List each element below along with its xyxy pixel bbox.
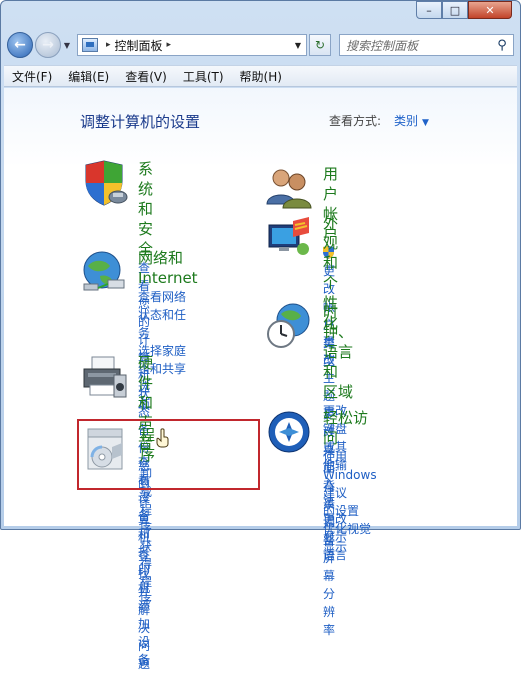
control-panel-window: – □ ✕ ← → ▼ ▸ 控制面板 ▸ ▼ ↻ 搜索控制面板 ⚲ 文件(F) … xyxy=(0,0,521,671)
page-title: 调整计算机的设置 xyxy=(80,113,201,131)
link-view-network-status[interactable]: 查看网络状态和任务 xyxy=(138,288,198,342)
forward-button[interactable]: → xyxy=(35,32,61,58)
maximize-button[interactable]: □ xyxy=(442,1,468,19)
heading-line-region: 区域 xyxy=(323,383,354,401)
breadcrumb-control-panel[interactable]: 控制面板 xyxy=(115,37,163,54)
category-heading-ease-of-access[interactable]: 轻松访问 xyxy=(323,408,377,448)
menu-file[interactable]: 文件(F) xyxy=(12,68,52,85)
recent-pages-dropdown[interactable]: ▼ xyxy=(61,41,73,50)
menu-bar: 文件(F) 编辑(E) 查看(V) 工具(T) 帮助(H) xyxy=(4,65,517,87)
chevron-right-icon[interactable]: ▸ xyxy=(167,40,172,50)
minimize-button[interactable]: – xyxy=(416,1,442,19)
content-area: 调整计算机的设置 查看方式: 类别 ▼ 系统和安全 查看您的计算机状态 备份您的计… xyxy=(4,88,517,671)
chevron-down-icon: ▼ xyxy=(422,118,429,128)
arrow-right-icon: → xyxy=(42,37,54,53)
network-globe-icon xyxy=(83,251,125,291)
address-dropdown-icon[interactable]: ▼ xyxy=(290,41,306,50)
appearance-monitor-icon xyxy=(268,217,309,255)
heading-line-internet: Internet xyxy=(138,269,198,287)
ease-of-access-icon xyxy=(268,411,310,453)
clock-globe-icon xyxy=(267,303,310,348)
link-optimize-visual-display[interactable]: 优化视觉显示 xyxy=(323,520,377,556)
refresh-icon: ↻ xyxy=(314,38,326,52)
category-heading-system-security[interactable]: 系统和安全 xyxy=(138,159,153,259)
control-panel-icon xyxy=(82,38,98,52)
view-by-dropdown[interactable]: 类别 ▼ xyxy=(394,112,429,129)
security-shield-icon xyxy=(85,160,128,206)
caption-buttons: – □ ✕ xyxy=(416,1,512,19)
menu-tools[interactable]: 工具(T) xyxy=(183,68,224,85)
link-use-windows-suggested[interactable]: 使用 Windows 建议 xyxy=(323,448,377,502)
arrow-left-icon: ← xyxy=(14,37,26,53)
refresh-button[interactable]: ↻ xyxy=(309,34,331,56)
hand-cursor-icon xyxy=(156,428,169,448)
menu-edit[interactable]: 编辑(E) xyxy=(68,68,109,85)
view-by-value: 类别 xyxy=(394,114,419,128)
chevron-right-icon[interactable]: ▸ xyxy=(106,40,111,50)
printer-icon xyxy=(83,356,127,398)
link-use-windows-suggested-cont[interactable]: 的设置 xyxy=(323,502,377,520)
menu-help[interactable]: 帮助(H) xyxy=(240,68,282,85)
category-heading-network-internet[interactable]: 网络和 Internet xyxy=(138,248,198,288)
address-bar[interactable]: ▸ 控制面板 ▸ ▼ xyxy=(77,34,307,56)
users-icon xyxy=(266,169,312,209)
heading-line-clock-language: 时钟、语言和 xyxy=(323,303,354,381)
navigation-bar: ← → ▼ ▸ 控制面板 ▸ ▼ ↻ 搜索控制面板 ⚲ xyxy=(7,30,514,60)
search-input[interactable]: 搜索控制面板 ⚲ xyxy=(339,34,514,56)
menu-view[interactable]: 查看(V) xyxy=(125,68,167,85)
view-by-label: 查看方式: xyxy=(329,114,382,128)
search-placeholder: 搜索控制面板 xyxy=(346,38,419,53)
close-button[interactable]: ✕ xyxy=(468,1,512,19)
link-get-programs[interactable]: 获得程序 xyxy=(140,537,155,609)
back-button[interactable]: ← xyxy=(7,32,33,58)
search-icon[interactable]: ⚲ xyxy=(491,38,513,53)
heading-line-network: 网络和 xyxy=(138,249,184,267)
category-heading-clock-region[interactable]: 时钟、语言和 区域 xyxy=(323,302,353,402)
